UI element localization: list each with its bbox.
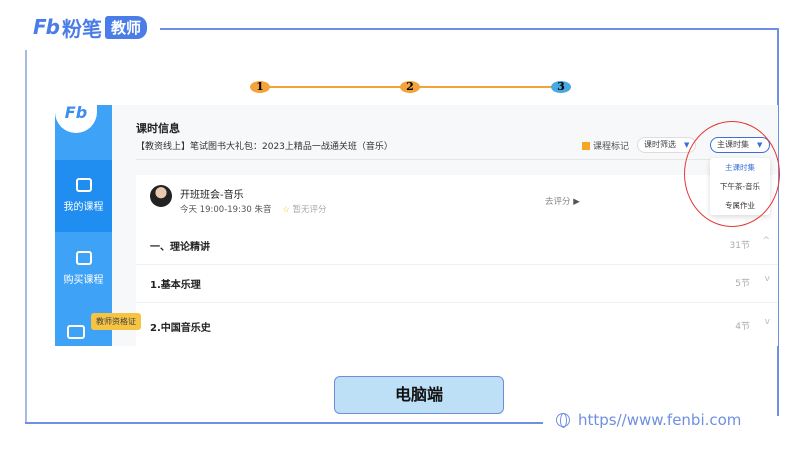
mark-label: 课程标记: [593, 142, 630, 152]
step-1: 1: [250, 81, 270, 93]
logo-name: 粉笔: [61, 16, 102, 41]
globe-icon: [556, 413, 570, 428]
website-link[interactable]: https//www.fenbi.com: [556, 411, 741, 429]
play-icon: [75, 251, 92, 265]
sidebar-label: 我的课程: [63, 202, 104, 213]
caret-right-icon: ▶: [573, 197, 580, 207]
rate-button[interactable]: 去评分 ▶: [545, 195, 580, 207]
logo-mark: Fb: [33, 15, 60, 39]
sidebar-item-buy-courses[interactable]: 购买课程: [55, 233, 112, 305]
lesson-meta: 今天 19:00-19:30 朱音 ☆ 暂无评分: [180, 203, 327, 215]
lesson-name[interactable]: 开班班会-音乐: [180, 186, 244, 201]
course-name: 【教资线上】笔试图书大礼包：2023上精品一战通关班（音乐）: [136, 142, 393, 152]
step-2: 2: [400, 81, 420, 93]
section-row[interactable]: 一、理论精讲 31节 ^: [136, 223, 778, 265]
url-text: https//www.fenbi.com: [578, 411, 742, 429]
tooltip: 教师资格证: [91, 313, 141, 330]
book-icon: [75, 178, 92, 192]
caret-down-icon: ▼: [684, 141, 690, 149]
highlight-circle: [684, 121, 780, 227]
logo-tag: 教师: [104, 15, 147, 39]
filter-label: 课时筛选: [644, 140, 676, 149]
course-mark-button[interactable]: 课程标记: [582, 139, 629, 152]
app-screenshot: Fb 我的课程 购买课程 课时信息 【教资线上】笔试图书大礼包：2023上精品一…: [55, 105, 778, 346]
section-row[interactable]: 1.基本乐理 5节 v: [136, 261, 778, 303]
app-logo: Fb: [55, 105, 97, 133]
section-row[interactable]: 2.中国音乐史 4节 v: [136, 304, 778, 346]
main-content: 课时信息 【教资线上】笔试图书大礼包：2023上精品一战通关班（音乐） 课程标记…: [112, 105, 778, 346]
chevron-up-icon: ^: [762, 236, 770, 246]
teacher-name: 朱音: [254, 205, 272, 215]
chevron-down-icon: v: [764, 274, 770, 284]
divider: [136, 159, 756, 160]
chevron-down-icon: v: [764, 317, 770, 327]
section-count: 5节: [735, 279, 750, 289]
lesson-filter-select[interactable]: 课时筛选 ▼: [637, 137, 697, 153]
sidebar-item-my-courses[interactable]: 我的课程: [55, 160, 112, 232]
teacher-avatar: [150, 185, 172, 207]
frame-top-line: [160, 28, 779, 30]
section-count: 4节: [735, 322, 750, 332]
page-title: 课时信息: [136, 122, 180, 135]
frame-bottom-line: [25, 422, 543, 424]
sidebar-label: 购买课程: [63, 275, 104, 286]
certificate-icon[interactable]: [67, 325, 85, 339]
rate-label: 去评分: [545, 197, 571, 207]
fenbi-teacher-logo: Fb 粉笔 教师: [33, 14, 147, 41]
section-title: 2.中国音乐史: [150, 323, 211, 334]
pc-label: 电脑端: [334, 376, 504, 414]
star-icon: ☆: [282, 205, 290, 215]
lesson-time: 今天 19:00-19:30: [180, 205, 252, 215]
lesson-card: 开班班会-音乐 今天 19:00-19:30 朱音 ☆ 暂无评分 去评分 ▶ 一…: [136, 175, 778, 346]
section-title: 1.基本乐理: [150, 280, 201, 291]
section-title: 一、理论精讲: [150, 242, 210, 253]
rating: 暂无评分: [292, 205, 327, 215]
section-count: 31节: [729, 241, 750, 251]
step-3: 3: [551, 81, 571, 93]
bookmark-icon: [582, 142, 590, 150]
sidebar: Fb 我的课程 购买课程: [55, 105, 112, 346]
frame-left-line: [25, 50, 27, 423]
